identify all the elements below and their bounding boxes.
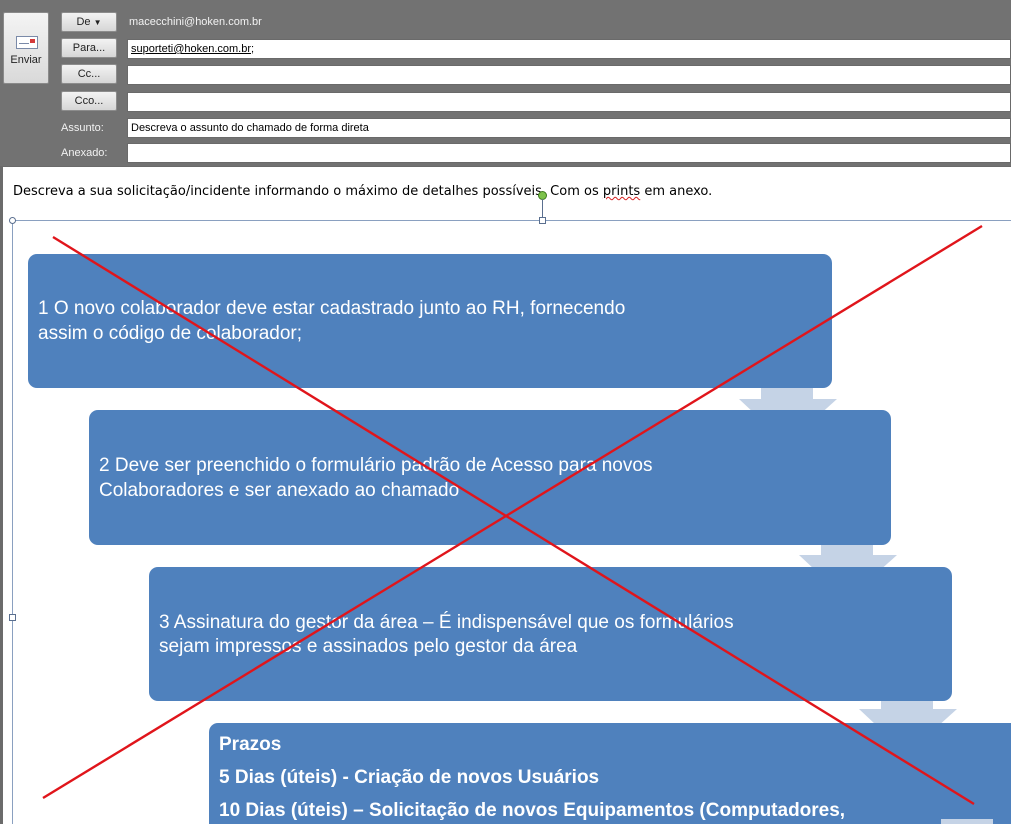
message-body[interactable]: Descreva a sua solicitação/incidente inf… (3, 167, 1011, 824)
send-button[interactable]: Enviar (3, 12, 49, 84)
to-separator: ; (251, 43, 255, 55)
bcc-field[interactable] (127, 92, 1011, 112)
bcc-button[interactable]: Cco... (61, 91, 117, 111)
resize-handle-top-left[interactable] (9, 217, 16, 224)
to-button[interactable]: Para... (61, 38, 117, 58)
from-value: macecchini@hoken.com.br (129, 16, 262, 28)
send-label: Enviar (10, 54, 42, 66)
resize-handle-left[interactable] (9, 614, 16, 621)
body-text-part2: Com os (546, 184, 603, 199)
attachment-label: Anexado: (61, 147, 108, 159)
body-text-part4: em anexo. (640, 184, 713, 199)
dropdown-arrow-icon: ▼ (93, 18, 102, 27)
attachment-field[interactable] (127, 143, 1011, 163)
subject-field[interactable]: Descreva o assunto do chamado de forma d… (127, 118, 1011, 138)
rotate-handle-stem (542, 199, 543, 217)
body-text-part1: Descreva a sua solicitação/incidente inf… (13, 184, 547, 199)
from-button[interactable]: De ▼ (61, 12, 117, 32)
body-instruction-text: Descreva a sua solicitação/incidente inf… (13, 184, 712, 199)
body-text-misspelled: prints (602, 184, 641, 199)
bcc-button-label: Cco... (74, 95, 104, 107)
to-button-label: Para... (72, 42, 106, 54)
red-cross-mark (42, 224, 983, 806)
cc-button[interactable]: Cc... (61, 64, 117, 84)
cc-field[interactable] (127, 65, 1011, 85)
to-field[interactable]: suporteti@hoken.com.br; (127, 39, 1011, 59)
subject-label: Assunto: (61, 122, 104, 134)
envelope-icon (16, 36, 38, 49)
from-button-label: De (76, 16, 91, 28)
to-recipient[interactable]: suporteti@hoken.com.br (131, 43, 251, 55)
embedded-image[interactable]: 1 O novo colaborador deve estar cadastra… (12, 220, 1011, 824)
resize-handle-top[interactable] (539, 217, 546, 224)
message-header: Enviar De ▼ macecchini@hoken.com.br Para… (0, 0, 1011, 166)
cc-button-label: Cc... (77, 68, 101, 80)
